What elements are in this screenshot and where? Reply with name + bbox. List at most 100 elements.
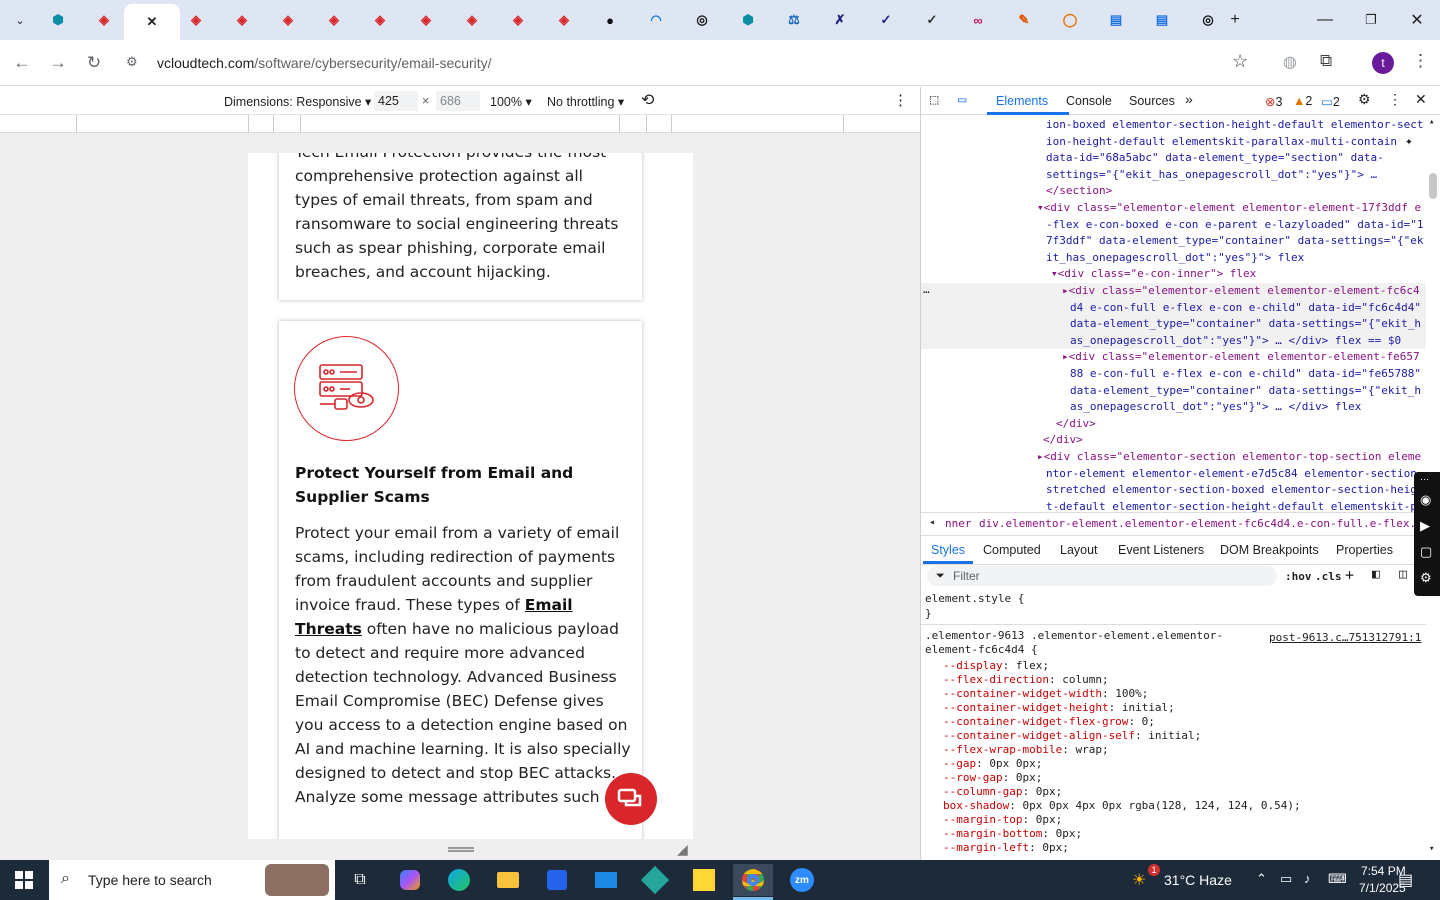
css-property-value[interactable]: : flex; <box>1003 659 1049 672</box>
address-bar[interactable]: ⚙ vcloudtech.com/software/cybersecurity/… <box>120 46 1270 80</box>
window-icon[interactable]: ▢ <box>1420 544 1432 560</box>
widget-menu-icon[interactable]: ⋯ <box>1420 474 1429 485</box>
network-icon[interactable]: ▭ <box>1280 871 1292 887</box>
device-toggle-icon[interactable]: ▭ <box>958 92 966 108</box>
more-tabs-icon[interactable]: » <box>1185 91 1193 107</box>
css-property[interactable]: --margin-top: 0px; <box>943 813 1062 826</box>
css-property-value[interactable]: : 0px; <box>1003 771 1043 784</box>
dom-line[interactable]: ▾<div class="elementor-element elementor… <box>1037 200 1421 217</box>
back-button[interactable]: ← <box>9 50 35 76</box>
browser-tab[interactable]: ◈ <box>174 6 218 34</box>
dimensions-dropdown[interactable]: Dimensions: Responsive ▾ <box>224 94 371 109</box>
css-property-value[interactable]: : 100%; <box>1102 687 1148 700</box>
devtools-menu-icon[interactable]: ⋮ <box>1388 91 1402 108</box>
css-property[interactable]: --gap: 0px 0px; <box>943 757 1042 770</box>
dom-line[interactable]: ntor-element elementor-element-e7d5c84 e… <box>1046 466 1424 483</box>
css-property[interactable]: box-shadow: 0px 0px 4px 0px rgba(128, 12… <box>943 799 1301 812</box>
reload-button[interactable]: ↻ <box>81 50 107 76</box>
dom-line[interactable]: as_onepagescroll_dot":"yes"}"> … </div> … <box>1070 399 1361 416</box>
css-property[interactable]: --container-widget-align-self: initial; <box>943 729 1201 742</box>
rotate-icon[interactable]: ⟲ <box>641 90 654 110</box>
device-more-icon[interactable]: ⋮ <box>893 91 908 109</box>
css-property-name[interactable]: --container-widget-flex-grow <box>943 715 1128 728</box>
dom-line[interactable]: data-element_type="container" data-setti… <box>1070 383 1421 400</box>
new-tab-button[interactable]: + <box>1212 0 1258 40</box>
dom-line[interactable]: ion-height-default elementskit-parallax-… <box>1046 134 1397 151</box>
extensions-icon[interactable]: ⧉ <box>1320 51 1332 71</box>
volume-icon[interactable]: ♪ <box>1304 871 1311 886</box>
dom-line[interactable]: it_has_onepagescroll_dot":"yes"}"> flex <box>1046 250 1304 267</box>
throttling-dropdown[interactable]: No throttling ▾ <box>547 94 624 109</box>
info-count[interactable]: ▭2 <box>1321 94 1340 109</box>
css-property-name[interactable]: box-shadow <box>943 799 1009 812</box>
css-property[interactable]: --container-widget-width: 100%; <box>943 687 1148 700</box>
css-property-value[interactable]: : initial; <box>1109 701 1175 714</box>
bookmark-star-icon[interactable]: ☆ <box>1232 51 1248 72</box>
browser-tab[interactable]: ◈ <box>82 6 126 34</box>
dom-scroll-up-icon[interactable]: ▴ <box>1429 117 1439 127</box>
width-input[interactable]: 425 <box>374 91 418 111</box>
inspect-element-icon[interactable]: ⬚ <box>930 92 938 108</box>
close-devtools-icon[interactable]: ✕ <box>1415 91 1427 108</box>
css-property[interactable]: --container-widget-flex-grow: 0; <box>943 715 1155 728</box>
store-icon[interactable] <box>537 864 577 896</box>
chevron-up-icon[interactable]: ⌃ <box>1256 871 1267 887</box>
zoom-dropdown[interactable]: 100% ▾ <box>490 94 532 109</box>
css-property-name[interactable]: --container-widget-height <box>943 701 1109 714</box>
task-view-icon[interactable]: ⧉ <box>340 864 380 896</box>
css-property-value[interactable]: : 0px; <box>1022 813 1062 826</box>
chat-button[interactable] <box>605 773 657 825</box>
dom-line[interactable]: ▸<div class="elementor-element elementor… <box>1062 349 1420 366</box>
file-explorer-icon[interactable] <box>488 864 528 896</box>
dom-line[interactable]: data-id="68a5abc" data-element_type="sec… <box>1046 150 1384 167</box>
dom-scrollbar[interactable] <box>1429 173 1437 199</box>
new-rule-icon[interactable]: + <box>1345 566 1354 584</box>
dom-line[interactable]: stretched elementor-section-boxed elemen… <box>1046 482 1417 499</box>
rendering-emulation-icon[interactable]: ◧ <box>1372 567 1380 582</box>
site-info-icon[interactable]: ⚙ <box>126 54 138 70</box>
css-property[interactable]: --display: flex; <box>943 659 1049 672</box>
hov-toggle[interactable]: :hov <box>1285 570 1312 583</box>
warning-count[interactable]: ▲2 <box>1293 94 1312 108</box>
accessibility-icon[interactable]: ✦ <box>1405 134 1423 152</box>
edge-icon[interactable] <box>439 864 479 896</box>
css-property-value[interactable]: : 0px; <box>1022 785 1062 798</box>
dom-line[interactable]: d4 e-con-full e-flex e-con e-child" data… <box>1070 300 1421 317</box>
translate-icon[interactable]: ◍ <box>1283 52 1297 72</box>
tab-computed[interactable]: Computed <box>983 543 1041 557</box>
minimize-button[interactable]: — <box>1302 0 1348 40</box>
browser-tab[interactable]: ✗ <box>818 6 862 34</box>
video-icon[interactable]: ▶ <box>1420 518 1430 534</box>
browser-tab[interactable]: ◈ <box>266 6 310 34</box>
css-property-value[interactable]: : column; <box>1049 673 1109 686</box>
breadcrumb-prev[interactable]: nner <box>945 517 972 530</box>
dom-line[interactable]: </div> <box>1056 416 1096 433</box>
node-ellipsis-icon[interactable]: … <box>923 283 930 296</box>
dom-line[interactable]: data-element_type="container" data-setti… <box>1070 316 1421 333</box>
start-button[interactable] <box>4 864 44 896</box>
resize-corner-icon[interactable]: ◢ <box>677 841 688 858</box>
css-selector-line1[interactable]: .elementor-9613 .elementor-element.eleme… <box>925 629 1223 642</box>
css-property-value[interactable]: : 0px 0px; <box>976 757 1042 770</box>
css-property-name[interactable]: --flex-wrap-mobile <box>943 743 1062 756</box>
breadcrumb-current[interactable]: div.elementor-element.elementor-element-… <box>979 517 1440 530</box>
styles-scroll-down-icon[interactable]: ▾ <box>1429 844 1439 854</box>
kebab-menu-icon[interactable]: ⋮ <box>1412 51 1429 71</box>
sidebar-toggle-icon[interactable]: ◫ <box>1399 567 1407 582</box>
dom-line[interactable]: settings="{"ekit_has_onepagescroll_dot":… <box>1046 167 1377 184</box>
browser-tab[interactable]: ◠ <box>634 6 678 34</box>
cls-toggle[interactable]: .cls <box>1315 570 1342 583</box>
css-selector-line2[interactable]: element-fc6c4d4 { <box>925 643 1038 656</box>
breadcrumb-left-arrow[interactable]: ◂ <box>929 517 935 528</box>
css-property-value[interactable]: : initial; <box>1135 729 1201 742</box>
browser-tab[interactable]: ◈ <box>542 6 586 34</box>
css-property-name[interactable]: --container-widget-align-self <box>943 729 1135 742</box>
tab-layout[interactable]: Layout <box>1060 543 1098 557</box>
css-property-name[interactable]: --margin-bottom <box>943 827 1042 840</box>
browser-tab[interactable]: ▤ <box>1094 6 1138 34</box>
tab-event-listeners[interactable]: Event Listeners <box>1118 543 1204 557</box>
css-property[interactable]: --margin-bottom: 0px; <box>943 827 1082 840</box>
css-property-name[interactable]: --flex-direction <box>943 673 1049 686</box>
css-property-name[interactable]: --container-widget-width <box>943 687 1102 700</box>
resize-handle-bottom[interactable] <box>448 847 474 852</box>
